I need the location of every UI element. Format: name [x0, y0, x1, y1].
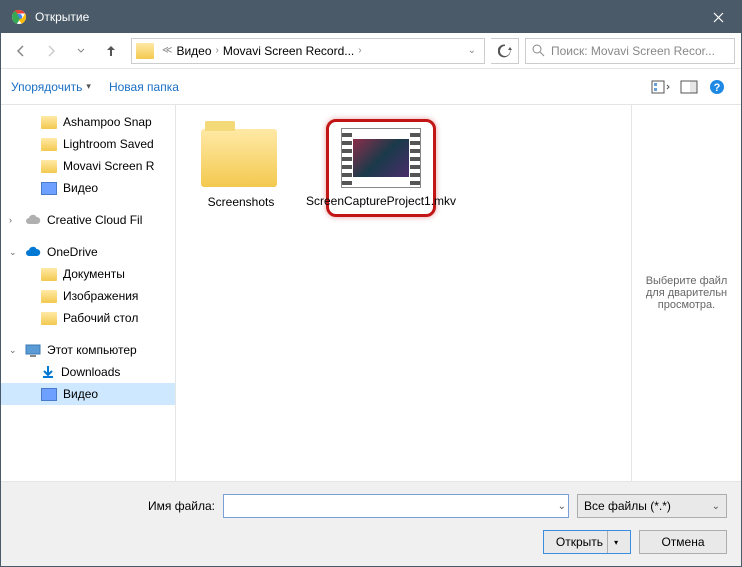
svg-text:?: ?: [714, 82, 721, 94]
toolbar: Упорядочить ▾ Новая папка ?: [1, 69, 741, 105]
window-title: Открытие: [35, 10, 695, 24]
chevron-icon: ≪: [162, 45, 172, 56]
titlebar: Открытие: [1, 1, 741, 33]
video-file-item[interactable]: ScreenCaptureProject1.mkv: [326, 119, 436, 217]
tree-item-downloads[interactable]: Downloads: [1, 361, 175, 383]
refresh-button[interactable]: [491, 38, 519, 64]
new-folder-button[interactable]: Новая папка: [109, 80, 179, 94]
search-input[interactable]: Поиск: Movavi Screen Recor...: [525, 38, 735, 64]
open-button[interactable]: Открыть ▾: [543, 530, 631, 554]
breadcrumb-dropdown-icon[interactable]: ⌄: [468, 45, 476, 56]
open-dropdown-icon[interactable]: ▾: [607, 531, 618, 553]
search-placeholder: Поиск: Movavi Screen Recor...: [551, 44, 715, 58]
file-list[interactable]: Screenshots ScreenCaptureProject1.mkv: [176, 105, 631, 481]
up-button[interactable]: [97, 37, 125, 65]
bottom-panel: Имя файла: ⌄ Все файлы (*.*) ⌄ Открыть ▾…: [1, 481, 741, 566]
tree-item-videos[interactable]: Видео: [1, 383, 175, 405]
tree-item-onedrive[interactable]: ⌄OneDrive: [1, 241, 175, 263]
breadcrumb-part[interactable]: Видео: [176, 44, 211, 58]
forward-button[interactable]: [37, 37, 65, 65]
video-folder-icon: [41, 182, 57, 195]
view-options-button[interactable]: [647, 75, 675, 99]
folder-icon: [41, 268, 57, 281]
cancel-button[interactable]: Отмена: [639, 530, 727, 554]
chevron-right-icon: ›: [216, 45, 219, 56]
dialog-body: Ashampoo Snap Lightroom Saved Movavi Scr…: [1, 105, 741, 481]
tree-item[interactable]: Документы: [1, 263, 175, 285]
file-label: Screenshots: [208, 195, 275, 209]
search-icon: [532, 44, 545, 57]
close-button[interactable]: [695, 1, 741, 33]
folder-icon: [41, 290, 57, 303]
tree-item-creative-cloud[interactable]: ›Creative Cloud Fil: [1, 209, 175, 231]
address-bar: ≪ Видео › Movavi Screen Record... › ⌄ По…: [1, 33, 741, 69]
organize-menu[interactable]: Упорядочить ▾: [11, 80, 91, 94]
tree-item[interactable]: Ashampoo Snap: [1, 111, 175, 133]
chevron-down-icon: ▾: [86, 81, 91, 92]
video-folder-icon: [41, 388, 57, 401]
tree-item-this-pc[interactable]: ⌄Этот компьютер: [1, 339, 175, 361]
file-open-dialog: Открытие ≪ Видео › Movavi Screen Record.…: [0, 0, 742, 567]
back-button[interactable]: [7, 37, 35, 65]
chevron-down-icon[interactable]: ⌄: [558, 501, 566, 512]
tree-item[interactable]: Видео: [1, 177, 175, 199]
preview-pane: Выберите файл для дварительн просмотра.: [631, 105, 741, 481]
preview-pane-button[interactable]: [675, 75, 703, 99]
preview-placeholder: Выберите файл для дварительн просмотра.: [640, 275, 733, 311]
file-type-filter[interactable]: Все файлы (*.*) ⌄: [577, 494, 727, 518]
cloud-icon: [25, 214, 41, 226]
breadcrumb[interactable]: ≪ Видео › Movavi Screen Record... › ⌄: [131, 38, 485, 64]
tree-item[interactable]: Изображения: [1, 285, 175, 307]
breadcrumb-part[interactable]: Movavi Screen Record...: [223, 44, 354, 58]
folder-icon: [41, 116, 57, 129]
chevron-down-icon: ⌄: [712, 501, 720, 512]
download-icon: [41, 365, 55, 379]
chevron-right-icon: ›: [358, 45, 361, 56]
expand-icon[interactable]: ›: [9, 215, 19, 225]
tree-item[interactable]: Рабочий стол: [1, 307, 175, 329]
recent-dropdown[interactable]: [67, 37, 95, 65]
onedrive-icon: [25, 246, 41, 258]
folder-icon: [41, 160, 57, 173]
main-area: Screenshots ScreenCaptureProject1.mkv Вы…: [176, 105, 741, 481]
tree-item[interactable]: Movavi Screen R: [1, 155, 175, 177]
folder-icon: [201, 129, 277, 187]
navigation-tree: Ashampoo Snap Lightroom Saved Movavi Scr…: [1, 105, 176, 481]
collapse-icon[interactable]: ⌄: [9, 247, 19, 258]
file-label: ScreenCaptureProject1.mkv: [306, 194, 456, 208]
folder-icon: [41, 312, 57, 325]
folder-icon: [136, 43, 154, 59]
filename-input[interactable]: ⌄: [223, 494, 569, 518]
chrome-icon: [11, 9, 27, 25]
filename-label: Имя файла:: [15, 499, 215, 513]
tree-item[interactable]: Lightroom Saved: [1, 133, 175, 155]
help-button[interactable]: ?: [703, 75, 731, 99]
folder-item[interactable]: Screenshots: [186, 119, 296, 209]
collapse-icon[interactable]: ⌄: [9, 345, 19, 356]
video-thumbnail: [341, 128, 421, 188]
pc-icon: [25, 344, 41, 357]
folder-icon: [41, 138, 57, 151]
